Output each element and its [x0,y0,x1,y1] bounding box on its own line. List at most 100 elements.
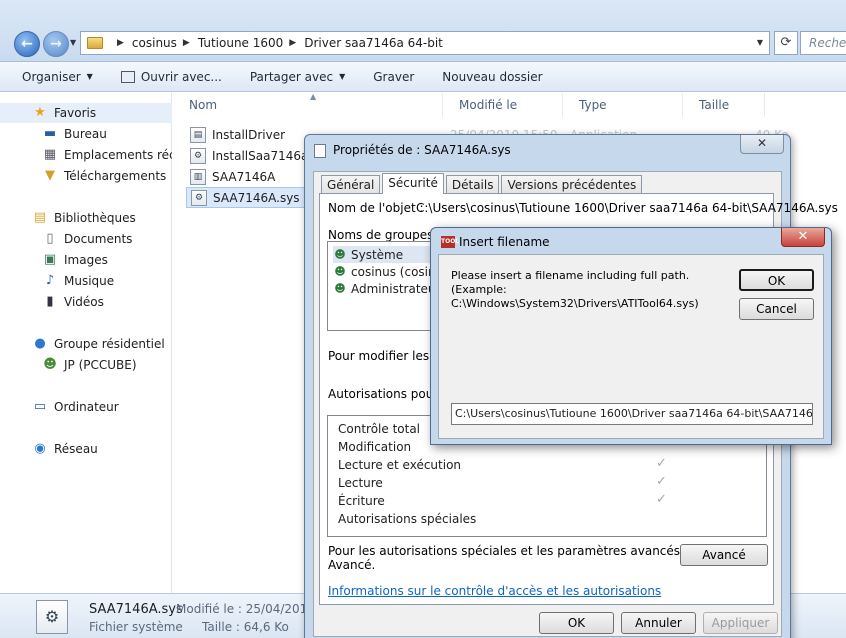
tab-details[interactable]: Détails [445,175,500,194]
apply-button[interactable]: Appliquer [703,612,778,634]
object-path: C:\Users\cosinus\Tutioune 1600\Driver sa… [416,201,838,215]
check-icon: ✓ [656,474,667,489]
sidebar-item-recent[interactable]: ▦ Emplacements récents [0,145,172,165]
access-control-info-link[interactable]: Informations sur le contrôle d'accès et … [328,584,661,598]
search-input[interactable]: Recher [800,31,846,55]
tab-general[interactable]: Général [321,175,381,194]
object-name-label: Nom de l'objet : [328,201,424,215]
advanced-button[interactable]: Avancé [680,544,768,566]
chevron-down-icon[interactable]: ▼ [757,38,763,47]
sort-up-icon: ▲ [310,92,317,101]
advanced-info-text-2: Avancé. [328,558,376,572]
column-header-type[interactable]: Type [563,93,683,117]
sidebar-item-label: Vidéos [64,295,104,309]
chevron-right-icon[interactable]: ▶ [289,38,296,48]
image-icon: ▣ [43,252,57,267]
sidebar-item-videos[interactable]: ▮ Vidéos [0,292,172,312]
sidebar-item-libraries[interactable]: ▤ Bibliothèques [0,208,172,228]
file-row[interactable]: ▥ SAA7146A [186,166,306,187]
list-item[interactable]: ☻ Système [333,246,436,263]
open-with-button[interactable]: Ouvrir avec... [120,69,222,84]
column-header-name[interactable]: Nom [173,93,443,117]
cancel-button[interactable]: Cancel [739,298,814,320]
burn-button[interactable]: Graver [373,70,414,84]
tab-strip: Général Sécurité Détails Versions précéd… [321,173,644,194]
downloads-icon: ▼ [45,168,55,183]
sidebar-item-documents[interactable]: ▯ Documents [0,229,172,249]
sidebar-item-computer[interactable]: ▭ Ordinateur [0,397,172,417]
permission-label: Autorisations spéciales [338,512,477,526]
user-icon: ☻ [334,264,346,278]
close-button[interactable]: ✕ [781,228,825,247]
library-icon: ▤ [33,210,47,225]
sidebar-item-label: Bibliothèques [54,211,136,225]
sidebar-item-label: Images [64,253,108,267]
sidebar-item-label: Documents [64,232,133,246]
dialog-title: Insert filename [459,235,550,249]
history-dropdown-icon[interactable]: ▼ [70,38,76,47]
file-row[interactable]: ⚙ InstallSaa7146a [186,145,309,166]
network-icon: ◉ [34,441,46,456]
refresh-button[interactable]: ⟳ [774,31,798,55]
sidebar-item-downloads[interactable]: ▼ Téléchargements [0,166,172,186]
column-header-size[interactable]: Taille [683,93,765,117]
organise-label: Organiser [22,69,81,84]
sidebar-item-network[interactable]: ◉ Réseau [0,439,172,459]
tab-previous-versions[interactable]: Versions précédentes [501,175,643,194]
sidebar-item-images[interactable]: ▣ Images [0,250,172,270]
file-icon [314,144,326,158]
sidebar-item-label: Réseau [54,442,98,456]
ok-button[interactable]: OK [739,269,814,291]
permission-label: Écriture [338,494,385,508]
homegroup-icon: ● [34,336,46,351]
sidebar-item-label: Groupe résidentiel [54,337,165,351]
groups-list: ☻ Système ☻ cosinus (cosinus- ☻ Administ… [327,241,462,331]
breadcrumb-item[interactable]: cosinus [132,36,177,50]
window-icon [120,70,135,83]
application-icon: ▤ [190,126,206,143]
organise-button[interactable]: Organiser ▼ [22,70,93,84]
tab-security[interactable]: Sécurité [382,173,444,194]
address-field[interactable]: ▶ cosinus ▶ Tutioune 1600 ▶ Driver saa71… [80,31,770,55]
chevron-right-icon[interactable]: ▶ [183,38,190,48]
chevron-right-icon[interactable]: ▶ [117,38,124,48]
breadcrumb: ▶ cosinus ▶ Tutioune 1600 ▶ Driver saa71… [111,36,443,50]
back-button[interactable]: ← [14,31,40,57]
cancel-button[interactable]: Annuler [621,612,696,634]
file-name: InstallDriver [212,127,286,142]
music-icon: ♪ [45,273,55,288]
breadcrumb-item[interactable]: Tutioune 1600 [198,36,283,50]
sidebar-item-music[interactable]: ♪ Musique [0,271,172,291]
sidebar-item-favorites[interactable]: ★ Favoris [0,103,172,123]
computer-icon: ▭ [33,399,47,414]
file-name: SAA7146A [212,169,276,184]
share-with-label: Partager avec [249,69,334,84]
file-name: SAA7146A.sys [213,190,300,205]
details-size: Taille : 64,6 Ko [202,620,289,634]
navigation-pane: ★ Favoris ▬ Bureau ▦ Emplacements récent… [0,93,172,593]
dialog-title: Propriétés de : SAA7146A.sys [333,143,511,157]
open-with-label: Ouvrir avec... [140,69,222,84]
file-row-selected[interactable]: ⚙ SAA7146A.sys [186,187,306,208]
sidebar-item-user[interactable]: ☻ JP (PCCUBE) [0,355,172,375]
close-button[interactable]: ✕ [740,135,784,154]
users-icon: ☻ [334,281,346,295]
ok-button[interactable]: OK [539,612,614,634]
details-filetype: Fichier système [89,620,183,634]
column-header-modified[interactable]: Modifié le [443,93,563,117]
details-filename: SAA7146A.sys [89,602,183,617]
share-with-button[interactable]: Partager avec ▼ [250,70,345,84]
video-icon: ▮ [46,294,54,309]
sidebar-item-desktop[interactable]: ▬ Bureau [0,124,172,144]
file-name: InstallSaa7146a [212,148,309,163]
instruction-line: C:\Windows\System32\Drivers\ATITool64.sy… [451,297,699,310]
new-folder-button[interactable]: Nouveau dossier [442,70,542,84]
check-icon: ✓ [656,492,667,507]
sidebar-item-homegroup[interactable]: ● Groupe résidentiel [0,334,172,354]
address-bar-area: ← → ▼ ▶ cosinus ▶ Tutioune 1600 ▶ Driver… [0,0,846,62]
filename-input[interactable]: C:\Users\cosinus\Tutioune 1600\Driver sa… [451,403,813,425]
breadcrumb-item[interactable]: Driver saa7146a 64-bit [304,36,443,50]
file-row[interactable]: ▤ InstallDriver [186,124,306,145]
close-icon: ✕ [756,136,768,150]
forward-button[interactable]: → [43,31,69,57]
